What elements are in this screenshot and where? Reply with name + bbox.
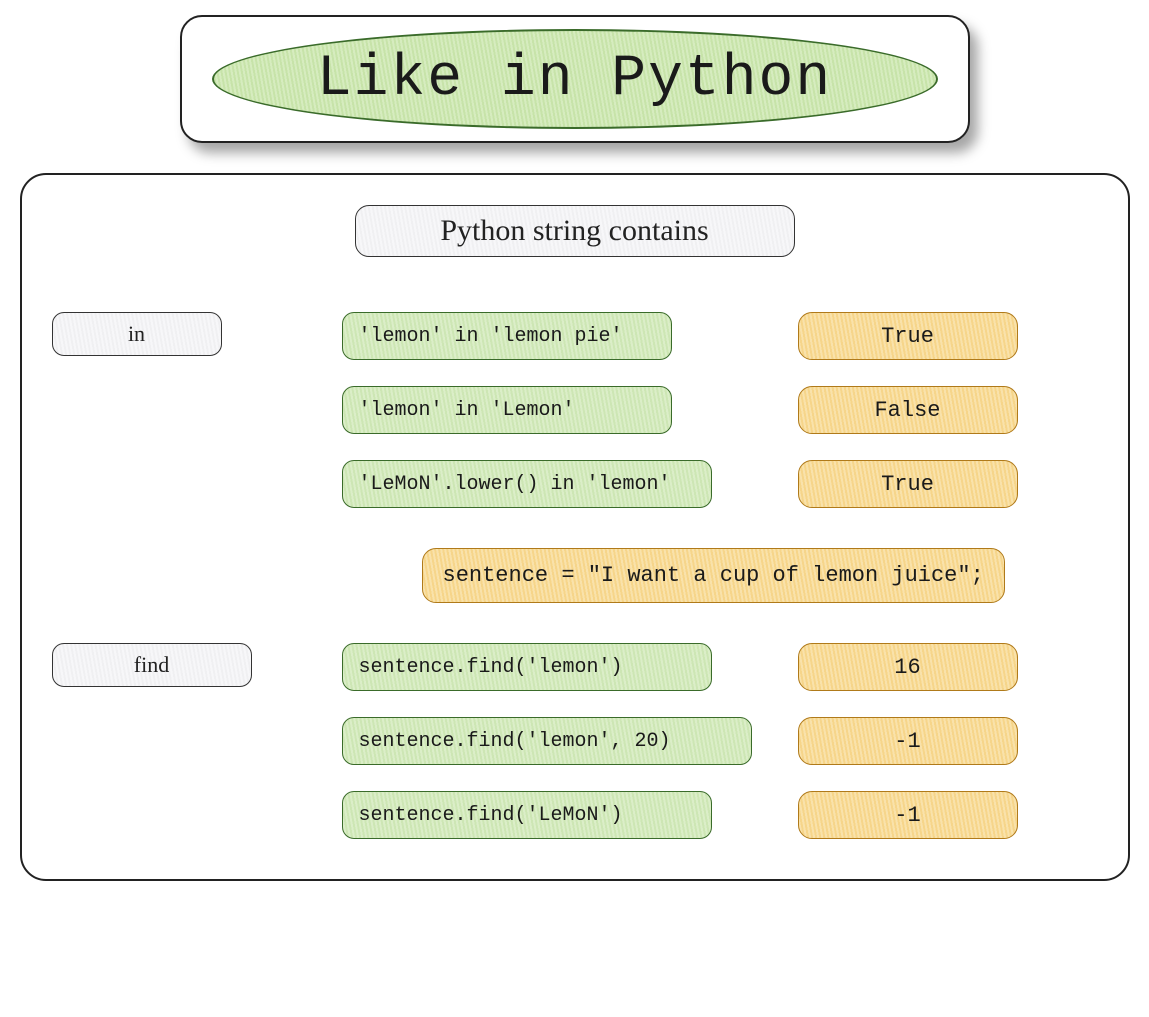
result-find-1: -1 <box>798 717 1018 765</box>
code-in-1: 'lemon' in 'Lemon' <box>342 386 672 434</box>
code-find-2: sentence.find('LeMoN') <box>342 791 712 839</box>
section-find: find sentence.find('lemon') sentence.fin… <box>52 643 1098 839</box>
result-in-0: True <box>798 312 1018 360</box>
subtitle: Python string contains <box>355 205 795 257</box>
section-in: in 'lemon' in 'lemon pie' 'lemon' in 'Le… <box>52 312 1098 508</box>
header-ellipse: Like in Python <box>212 29 938 129</box>
code-find-1: sentence.find('lemon', 20) <box>342 717 752 765</box>
sentence-definition: sentence = "I want a cup of lemon juice"… <box>422 548 1005 603</box>
label-in: in <box>52 312 222 356</box>
code-find-0: sentence.find('lemon') <box>342 643 712 691</box>
label-find: find <box>52 643 252 687</box>
sentence-row: sentence = "I want a cup of lemon juice"… <box>422 548 1098 603</box>
header-card: Like in Python <box>180 15 970 143</box>
result-find-0: 16 <box>798 643 1018 691</box>
page-title: Like in Python <box>317 47 832 112</box>
main-card: Python string contains in 'lemon' in 'le… <box>20 173 1130 881</box>
result-find-2: -1 <box>798 791 1018 839</box>
code-in-0: 'lemon' in 'lemon pie' <box>342 312 672 360</box>
code-in-2: 'LeMoN'.lower() in 'lemon' <box>342 460 712 508</box>
result-in-2: True <box>798 460 1018 508</box>
result-in-1: False <box>798 386 1018 434</box>
